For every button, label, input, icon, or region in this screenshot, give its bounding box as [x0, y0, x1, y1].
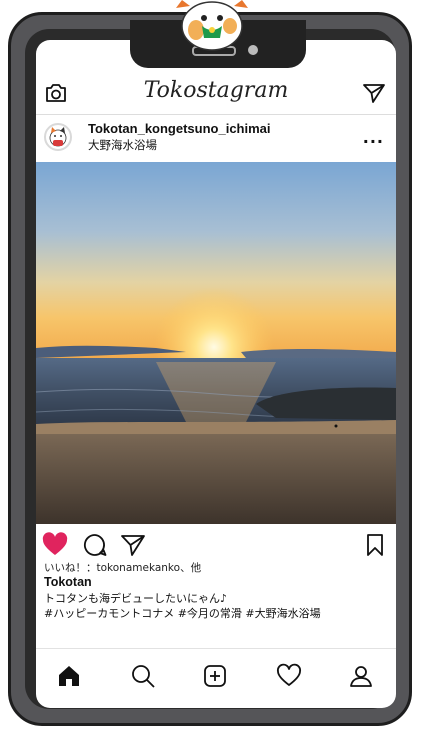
likes-text[interactable]: いいね！：tokonamekanko、他 — [44, 560, 201, 575]
caption-text: トコタンも海デビューしたいにゃん♪ — [44, 592, 228, 605]
post-photo[interactable] — [36, 162, 396, 524]
home-icon[interactable] — [56, 663, 82, 689]
app-logo: Tokostagram — [143, 78, 289, 103]
bookmark-icon[interactable] — [362, 532, 388, 558]
post-location[interactable]: 大野海水浴場 — [88, 137, 157, 153]
bottom-nav — [36, 648, 396, 708]
comment-icon[interactable] — [82, 532, 108, 558]
app-screen: Tokostagram Tokotan_kongetsuno_ichimai 大… — [36, 40, 396, 708]
post-username[interactable]: Tokotan_kongetsuno_ichimai — [88, 121, 271, 136]
avatar-cat-icon — [49, 127, 67, 147]
mascot-cat-icon — [176, 0, 248, 51]
share-send-icon[interactable] — [120, 532, 146, 558]
more-options-button[interactable]: ... — [363, 128, 384, 147]
add-post-icon[interactable] — [202, 663, 228, 689]
send-icon[interactable] — [362, 82, 386, 104]
caption-hashtags[interactable]: #ハッピーカモントコナメ #今月の常滑 #大野海水浴場 — [44, 605, 321, 621]
profile-icon[interactable] — [348, 663, 374, 689]
heart-icon[interactable] — [42, 532, 68, 558]
search-icon[interactable] — [130, 663, 156, 689]
post-header: Tokotan_kongetsuno_ichimai 大野海水浴場 ... — [36, 116, 396, 160]
avatar[interactable] — [44, 123, 72, 151]
post-actions — [36, 530, 396, 560]
caption-username[interactable]: Tokotan — [44, 575, 92, 589]
app-header: Tokostagram — [36, 70, 396, 115]
activity-heart-icon[interactable] — [276, 663, 302, 689]
